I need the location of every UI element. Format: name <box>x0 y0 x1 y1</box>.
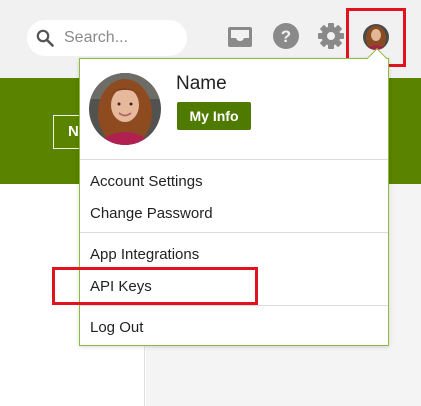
api-keys-highlight <box>52 267 258 305</box>
divider <box>80 232 388 233</box>
inbox-icon[interactable] <box>226 22 254 50</box>
menu-item-log-out[interactable]: Log Out <box>90 319 143 336</box>
search-icon <box>36 29 54 47</box>
my-info-button[interactable]: My Info <box>177 102 251 130</box>
search-box[interactable] <box>27 20 187 56</box>
profile-name: Name <box>176 73 227 94</box>
gear-icon[interactable] <box>317 22 345 50</box>
profile-photo <box>89 73 161 145</box>
menu-item-account-settings[interactable]: Account Settings <box>90 173 203 190</box>
menu-item-app-integrations[interactable]: App Integrations <box>90 246 199 263</box>
help-icon[interactable]: ? <box>272 22 300 50</box>
svg-text:?: ? <box>281 27 291 46</box>
divider <box>80 159 388 160</box>
search-input[interactable] <box>64 20 179 56</box>
divider <box>80 305 388 306</box>
menu-item-change-password[interactable]: Change Password <box>90 205 213 222</box>
avatar <box>363 24 389 50</box>
